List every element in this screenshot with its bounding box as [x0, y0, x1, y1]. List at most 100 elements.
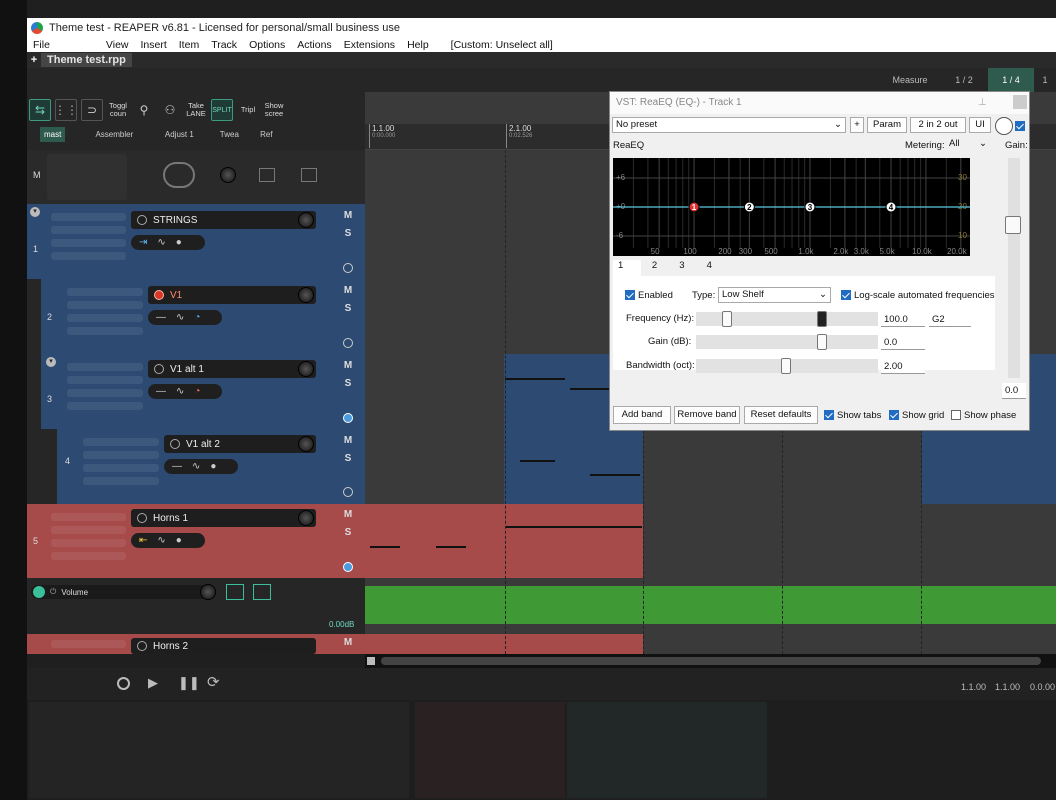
- ui-button[interactable]: UI: [969, 117, 991, 133]
- menu-item[interactable]: Item: [173, 39, 205, 51]
- measure-label[interactable]: Measure: [880, 68, 940, 92]
- metering-select[interactable]: All ⌄: [946, 137, 990, 153]
- gain-readout[interactable]: 0.0: [1002, 383, 1026, 399]
- log-scale-check[interactable]: [841, 290, 851, 301]
- frequency-field[interactable]: 100.0: [881, 312, 925, 327]
- envelope-arm-icon[interactable]: [253, 584, 271, 600]
- mode-tweak[interactable]: Twea: [209, 130, 249, 139]
- gain-slider-track[interactable]: [1008, 158, 1020, 378]
- solo-button[interactable]: S: [342, 527, 354, 538]
- eq-graph[interactable]: +6 +0 -6 30 20 10 50 100 200 300 500 1.0k 2.0k 3.0k 5.…: [613, 158, 970, 256]
- bandwidth-slider[interactable]: [696, 358, 878, 374]
- mode-adjust[interactable]: Adjust 1: [149, 130, 209, 139]
- remove-band-button[interactable]: Remove band: [674, 406, 740, 424]
- track-name-box[interactable]: V1 alt 1: [148, 360, 316, 378]
- bandwidth-field[interactable]: 2.00: [881, 359, 925, 374]
- mode-assembler[interactable]: Assembler: [79, 130, 149, 139]
- solo-button[interactable]: S: [342, 228, 354, 239]
- solo-button[interactable]: S: [342, 378, 354, 389]
- toggle-count-button[interactable]: Toggl coun: [107, 102, 129, 118]
- split-button[interactable]: SPLIT: [211, 99, 233, 121]
- frequency-thumb[interactable]: [722, 311, 732, 327]
- take-lane-button[interactable]: Take LANE: [185, 102, 207, 118]
- menu-options[interactable]: Options: [243, 39, 291, 51]
- mute-button[interactable]: M: [342, 637, 354, 648]
- track-name-box[interactable]: STRINGS: [131, 211, 316, 229]
- bandwidth-thumb[interactable]: [781, 358, 791, 374]
- gain-db-field[interactable]: 0.0: [881, 335, 925, 350]
- grid-half[interactable]: 1 / 2: [940, 68, 988, 92]
- track-name-box[interactable]: V1: [148, 286, 316, 304]
- menu-insert[interactable]: Insert: [135, 39, 173, 51]
- enabled-checkbox[interactable]: Enabled: [625, 290, 673, 301]
- phase-button[interactable]: [343, 413, 353, 423]
- track-name-box[interactable]: Horns 1: [131, 509, 316, 527]
- menu-view[interactable]: View: [100, 39, 135, 51]
- record-icon[interactable]: [117, 677, 130, 690]
- track-name[interactable]: Horns 2: [153, 641, 188, 652]
- menu-file[interactable]: File: [27, 39, 56, 51]
- track-name[interactable]: V1: [170, 290, 182, 301]
- master-track[interactable]: M: [27, 150, 365, 204]
- record-arm-button[interactable]: [137, 513, 147, 523]
- band-tab-1[interactable]: 1: [613, 260, 641, 276]
- fx-box[interactable]: — ∿ ◔: [148, 310, 222, 325]
- band-tab-2[interactable]: 2: [641, 260, 668, 276]
- solo-button[interactable]: S: [342, 303, 354, 314]
- enabled-check[interactable]: [625, 290, 635, 301]
- note-field[interactable]: G2: [929, 312, 971, 327]
- menu-actions[interactable]: Actions: [291, 39, 337, 51]
- volume-knob[interactable]: [298, 510, 314, 526]
- position-3[interactable]: 0.0.00: [1030, 682, 1055, 692]
- mute-button[interactable]: M: [342, 210, 354, 221]
- monitor-icon[interactable]: ◔: [194, 386, 200, 397]
- track-name-box[interactable]: V1 alt 2: [164, 435, 316, 453]
- log-scale-checkbox[interactable]: Log-scale automated frequencies: [841, 290, 994, 301]
- add-band-button[interactable]: Add band: [613, 406, 671, 424]
- monitor-icon[interactable]: ◔: [194, 312, 200, 323]
- power-icon[interactable]: ⏻: [50, 587, 56, 597]
- fx-window[interactable]: VST: ReaEQ (EQ-) - Track 1 ⊥ No preset ⌄…: [609, 91, 1030, 431]
- record-arm-button[interactable]: [137, 215, 147, 225]
- track-name[interactable]: STRINGS: [153, 215, 197, 226]
- tripl-button[interactable]: Tripl: [237, 106, 259, 114]
- track-5[interactable]: 5 Horns 1 ⇤ ∿ ● M S: [27, 504, 365, 578]
- reset-defaults-button[interactable]: Reset defaults: [744, 406, 818, 424]
- fx-box[interactable]: — ∿ ◔: [148, 384, 222, 399]
- new-tab-button[interactable]: +: [27, 54, 41, 66]
- io-icon[interactable]: ⇥: [139, 237, 147, 248]
- dot-icon[interactable]: ●: [176, 535, 182, 546]
- envelope-knob[interactable]: [200, 584, 216, 600]
- fx-box[interactable]: — ∿ ●: [164, 459, 238, 474]
- track-3[interactable]: ▾ 3 V1 alt 1 — ∿ ◔ M S: [27, 354, 365, 429]
- gain-slider-thumb[interactable]: [1005, 216, 1021, 234]
- phase-button[interactable]: [343, 338, 353, 348]
- scroll-left-icon[interactable]: [367, 657, 375, 665]
- show-phase-checkbox[interactable]: Show phase: [951, 410, 1016, 421]
- track-4[interactable]: 4 V1 alt 2 — ∿ ● M S: [27, 429, 365, 504]
- type-select[interactable]: Low Shelf ⌄: [718, 287, 831, 303]
- phase-button[interactable]: [343, 562, 353, 572]
- param-button[interactable]: Param: [867, 117, 907, 133]
- show-tabs-checkbox[interactable]: Show tabs: [824, 410, 881, 421]
- fx-bypass-icon[interactable]: [259, 168, 275, 182]
- fx-box[interactable]: ⇥ ∿ ●: [131, 235, 205, 250]
- horizontal-scrollbar[interactable]: [365, 654, 1056, 668]
- pause-icon[interactable]: ❚❚: [178, 675, 200, 691]
- loop-icon[interactable]: ⟳: [207, 673, 220, 691]
- master-volume-knob[interactable]: [220, 167, 236, 183]
- gain-db-thumb[interactable]: [817, 334, 827, 350]
- mute-button[interactable]: M: [342, 360, 354, 371]
- frequency-slider[interactable]: [696, 311, 878, 327]
- record-arm-button[interactable]: [154, 290, 164, 300]
- dot-icon[interactable]: ●: [210, 461, 216, 472]
- folder-collapse-icon[interactable]: ▾: [30, 207, 40, 217]
- wave-icon[interactable]: ∿: [157, 535, 165, 546]
- pin-icon[interactable]: ⊥: [978, 92, 987, 114]
- band-tab-4[interactable]: 4: [696, 260, 723, 276]
- grid-one[interactable]: 1: [1034, 68, 1056, 92]
- grid-quarter[interactable]: 1 / 4: [988, 68, 1034, 92]
- wave-icon[interactable]: ∿: [157, 237, 165, 248]
- phase-button[interactable]: [343, 487, 353, 497]
- close-icon[interactable]: [1013, 95, 1027, 109]
